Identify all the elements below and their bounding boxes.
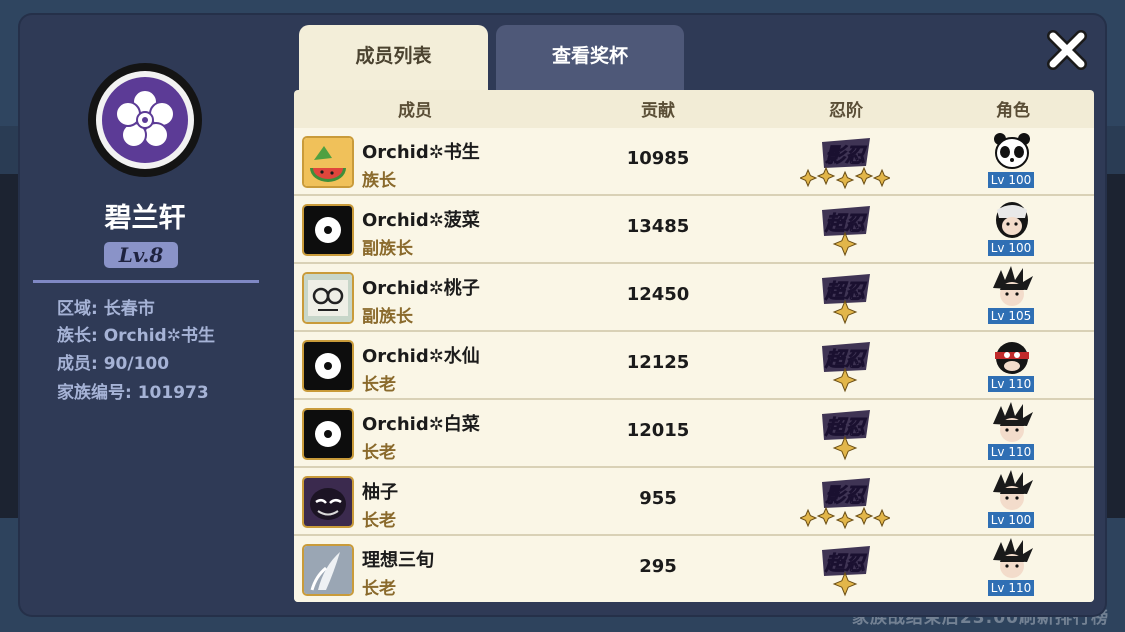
elite-ninja-badge: 超忍	[800, 404, 890, 462]
svg-text:超忍: 超忍	[824, 211, 867, 235]
character-level-badge: Lv 100	[988, 172, 1034, 188]
svg-text:影忍: 影忍	[825, 143, 867, 167]
clan-region: 区域: 长春市	[57, 299, 155, 319]
character-level-badge: Lv 110	[988, 376, 1034, 392]
divider	[33, 280, 259, 283]
member-role: 长老	[362, 511, 396, 531]
member-name: 柚子	[362, 482, 398, 503]
svg-text:超忍: 超忍	[824, 551, 867, 575]
member-role: 族长	[362, 171, 396, 191]
svg-text:超忍: 超忍	[824, 279, 867, 303]
elite-ninja-badge: 超忍	[800, 200, 890, 258]
watermelon-avatar	[302, 136, 354, 188]
elite-ninja-badge: 超忍	[800, 268, 890, 326]
clan-id: 家族编号: 101973	[57, 383, 209, 403]
glasses-avatar	[302, 272, 354, 324]
clan-emblem	[88, 63, 202, 177]
table-row[interactable]: Orchid✲水仙 长老 12125 超忍 Lv 110	[294, 332, 1094, 400]
member-contribution: 12015	[626, 420, 690, 441]
elite-ninja-badge: 超忍	[800, 540, 890, 598]
eye-avatar	[302, 408, 354, 460]
member-contribution: 12450	[626, 284, 690, 305]
svg-text:超忍: 超忍	[824, 347, 867, 371]
spiky-hair-character	[987, 538, 1037, 580]
shadow-ninja-badge: 影忍	[798, 132, 892, 190]
masked-character	[987, 198, 1037, 240]
table-row[interactable]: Orchid✲白菜 长老 12015 超忍 Lv 110	[294, 400, 1094, 468]
member-role: 副族长	[362, 307, 413, 327]
flower-icon	[115, 89, 175, 148]
clan-leader: 族长: Orchid✲书生	[57, 326, 215, 346]
header-ninja-rank: 忍阶	[829, 101, 863, 121]
member-table: 成员 贡献 忍阶 角色 Orchid✲书生 族长 10985 影忍 Lv 100 Orch…	[294, 90, 1094, 602]
table-row[interactable]: 柚子长老 955 影忍 Lv 100	[294, 468, 1094, 536]
member-name: Orchid✲白菜	[362, 414, 480, 435]
member-name: 理想三旬	[362, 550, 434, 571]
table-row[interactable]: Orchid✲桃子 副族长 12450 超忍 Lv 105	[294, 264, 1094, 332]
tab-member-list[interactable]: 成员列表	[299, 25, 488, 91]
header-contribution: 贡献	[641, 101, 675, 121]
member-role: 长老	[362, 375, 396, 395]
member-role: 长老	[362, 443, 396, 463]
member-name: Orchid✲水仙	[362, 346, 480, 367]
member-role: 副族长	[362, 239, 413, 259]
tab-view-trophies[interactable]: 查看奖杯	[496, 25, 684, 91]
svg-text:超忍: 超忍	[824, 415, 867, 439]
character-level-badge: Lv 100	[988, 240, 1034, 256]
panda-character	[987, 130, 1037, 172]
member-contribution: 955	[639, 488, 677, 509]
svg-text:影忍: 影忍	[825, 483, 867, 507]
character-level-badge: Lv 110	[988, 580, 1034, 596]
table-header: 成员 贡献 忍阶 角色	[294, 90, 1094, 126]
member-contribution: 10985	[626, 148, 690, 169]
clan-member-count: 成员: 90/100	[57, 354, 170, 374]
spiky-hair-character	[987, 266, 1037, 308]
table-row[interactable]: Orchid✲书生 族长 10985 影忍 Lv 100	[294, 128, 1094, 196]
header-member: 成员	[398, 101, 432, 121]
character-level-badge: Lv 110	[988, 444, 1034, 460]
headband-character	[987, 334, 1037, 376]
shadow-face-avatar	[302, 476, 354, 528]
eye-avatar	[302, 204, 354, 256]
member-name: Orchid✲书生	[362, 142, 480, 163]
spiky-hair-character	[987, 470, 1037, 512]
member-contribution: 295	[639, 556, 677, 577]
member-role: 长老	[362, 579, 396, 599]
character-level-badge: Lv 100	[988, 512, 1034, 528]
header-character: 角色	[996, 101, 1030, 121]
spiky-hair-character	[987, 402, 1037, 444]
table-row[interactable]: Orchid✲菠菜 副族长 13485 超忍 Lv 100	[294, 196, 1094, 264]
member-contribution: 12125	[626, 352, 690, 373]
member-contribution: 13485	[626, 216, 690, 237]
clan-name: 碧兰轩	[104, 203, 186, 234]
clan-level-badge: Lv.8	[104, 242, 178, 268]
table-row[interactable]: 理想三旬长老 295 超忍 Lv 110	[294, 536, 1094, 602]
shadow-ninja-badge: 影忍	[798, 472, 892, 530]
eye-avatar	[302, 340, 354, 392]
member-name: Orchid✲菠菜	[362, 210, 480, 231]
elite-ninja-badge: 超忍	[800, 336, 890, 394]
member-name: Orchid✲桃子	[362, 278, 480, 299]
close-button[interactable]	[1044, 27, 1090, 73]
character-level-badge: Lv 105	[988, 308, 1034, 324]
feather-avatar	[302, 544, 354, 596]
close-icon	[1047, 30, 1087, 70]
